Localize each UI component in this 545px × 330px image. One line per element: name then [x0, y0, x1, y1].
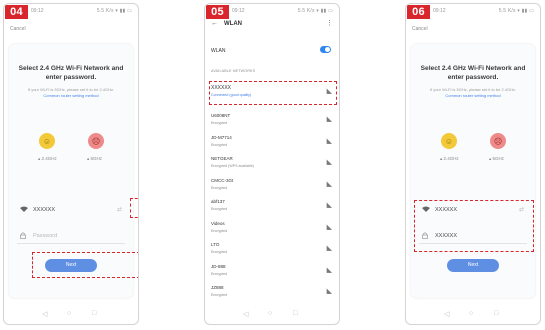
wifi-signal-icon: ◣ — [326, 159, 332, 166]
cancel-link[interactable]: Cancel — [10, 26, 26, 32]
sad-face-icon: ☹ — [490, 133, 506, 149]
wifi-signal-icon: ◣ — [326, 180, 332, 188]
next-button[interactable]: Next — [447, 259, 499, 272]
phone-screen-step-06: 06 09:12 5.5 K/s ▾ ▮▮ ▭ Cancel Select 2.… — [405, 3, 541, 325]
network-name: NETGEAR — [211, 156, 233, 161]
band-5-text: 5GHz — [492, 156, 505, 161]
wifi-signal-icon: ◣ — [326, 202, 332, 209]
highlight-switch-network — [130, 198, 138, 218]
status-icons: 5.5 K/s ▾ ▮▮ ▭ — [96, 8, 132, 14]
network-name: CMCC-3Gt — [211, 177, 234, 183]
back-nav-icon[interactable]: ◁ — [42, 310, 47, 318]
wifi-name-field[interactable]: XXXXXX ⇄ — [17, 204, 125, 218]
phone-screen-step-05: 05 09:12 5.5 K/s ▾ ▮▮ ▭ ← WLAN ⋮ WLAN AV… — [204, 3, 340, 325]
lock-icon — [20, 232, 26, 241]
password-field[interactable]: Password — [17, 230, 125, 244]
wlan-toggle-label: WLAN — [211, 48, 226, 54]
network-status: Encrypted — [211, 271, 228, 276]
nav-bar: ◁ ○ □ — [406, 309, 540, 321]
band-label-5ghz: ▴ 5GHz — [87, 156, 102, 162]
wifi-icon — [20, 206, 28, 214]
switch-network-icon[interactable]: ⇄ — [117, 206, 122, 213]
network-name: Videos — [211, 220, 225, 226]
wifi-signal-icon: ◣ — [326, 288, 332, 295]
card-title: Select 2.4 GHz Wi-Fi Network and enter p… — [18, 65, 124, 81]
back-nav-icon[interactable]: ◁ — [444, 310, 449, 318]
status-time: 09:12 — [232, 8, 245, 14]
toggle-knob — [325, 47, 330, 52]
band-label-24ghz: ▴ 2.4GHz — [440, 156, 459, 162]
recent-apps-icon[interactable]: □ — [92, 310, 96, 317]
network-status: Encrypted — [211, 228, 228, 233]
field-underline — [17, 243, 125, 244]
available-networks-header: AVAILABLE NETWORKS — [211, 69, 256, 73]
network-name: JD-888 — [211, 263, 226, 269]
step-badge: 04 — [5, 5, 28, 19]
network-status: Encrypted — [211, 250, 228, 254]
card-subtitle: If your Wi-Fi is 5GHz, please set it to … — [21, 87, 121, 99]
nav-bar: ◁ ○ □ — [205, 309, 339, 321]
wifi-name-value: XXXXXX — [33, 207, 56, 213]
band-24-text: 2.4GHz — [41, 156, 57, 161]
network-status: Encrypted — [211, 293, 228, 297]
home-nav-icon[interactable]: ○ — [67, 310, 71, 317]
nav-bar: ◁ ○ □ — [4, 309, 138, 321]
router-setting-link[interactable]: Common router setting method — [445, 93, 500, 98]
wlan-toggle-switch[interactable] — [320, 46, 331, 53]
phone-screen-step-04: 04 09:12 5.5 K/s ▾ ▮▮ ▭ Cancel Select 2.… — [3, 3, 139, 325]
network-status: Encrypted — [211, 121, 228, 125]
network-status: Encrypted — [211, 185, 228, 190]
network-item[interactable]: JZ888 Encrypted ◣ — [205, 280, 339, 306]
band-label-5ghz: ▴ 5GHz — [489, 156, 504, 162]
more-options-icon[interactable]: ⋮ — [326, 19, 333, 27]
wifi-setup-card: Select 2.4 GHz Wi-Fi Network and enter p… — [411, 44, 535, 298]
sad-face-icon: ☹ — [88, 133, 104, 149]
subtitle-text: If your Wi-Fi is 5GHz, please set it to … — [429, 87, 517, 92]
network-status: Encrypted — [211, 207, 228, 211]
band-label-24ghz: ▴ 2.4GHz — [38, 156, 57, 162]
cancel-link[interactable]: Cancel — [412, 26, 428, 32]
wifi-signal-icon: ◣ — [326, 116, 332, 123]
home-nav-icon[interactable]: ○ — [268, 310, 272, 317]
step-badge: 05 — [206, 5, 229, 19]
status-time: 09:12 — [433, 8, 446, 14]
smile-face-icon: ☺ — [39, 133, 55, 149]
home-nav-icon[interactable]: ○ — [469, 310, 473, 317]
subtitle-text: If your Wi-Fi is 5GHz, please set it to … — [27, 87, 115, 92]
band-5-text: 5GHz — [90, 156, 103, 161]
back-arrow-icon[interactable]: ← — [211, 20, 218, 27]
network-name: JD-M7714 — [211, 134, 232, 140]
highlight-next-button — [32, 252, 138, 278]
password-placeholder: Password — [33, 233, 58, 239]
recent-apps-icon[interactable]: □ — [293, 310, 297, 317]
network-name: JZ888 — [211, 285, 224, 290]
smile-face-icon: ☺ — [441, 133, 457, 149]
network-name: LTO — [211, 242, 220, 247]
network-status: Encrypted (WPS available) — [211, 164, 254, 168]
wifi-signal-icon: ◣ — [326, 245, 332, 252]
wlan-title: WLAN — [224, 21, 242, 27]
step-badge: 06 — [407, 5, 430, 19]
status-time: 09:12 — [31, 8, 44, 14]
network-status: Encrypted — [211, 142, 228, 147]
wifi-signal-icon: ◣ — [326, 223, 332, 231]
wifi-signal-icon: ◣ — [326, 266, 332, 274]
network-name: U6008NT — [211, 113, 231, 118]
band-24-text: 2.4GHz — [443, 156, 459, 161]
recent-apps-icon[interactable]: □ — [494, 310, 498, 317]
router-setting-link[interactable]: Common router setting method — [43, 93, 98, 98]
highlight-selected-network — [209, 81, 337, 105]
network-name: abf137 — [211, 199, 225, 204]
back-nav-icon[interactable]: ◁ — [243, 310, 248, 318]
card-subtitle: If your Wi-Fi is 5GHz, please set it to … — [423, 87, 523, 99]
status-icons: 5.5 K/s ▾ ▮▮ ▭ — [297, 8, 333, 14]
wifi-signal-icon: ◣ — [326, 137, 332, 145]
status-icons: 5.5 K/s ▾ ▮▮ ▭ — [498, 8, 534, 14]
highlight-credentials — [414, 200, 534, 252]
card-title: Select 2.4 GHz Wi-Fi Network and enter p… — [420, 65, 526, 81]
